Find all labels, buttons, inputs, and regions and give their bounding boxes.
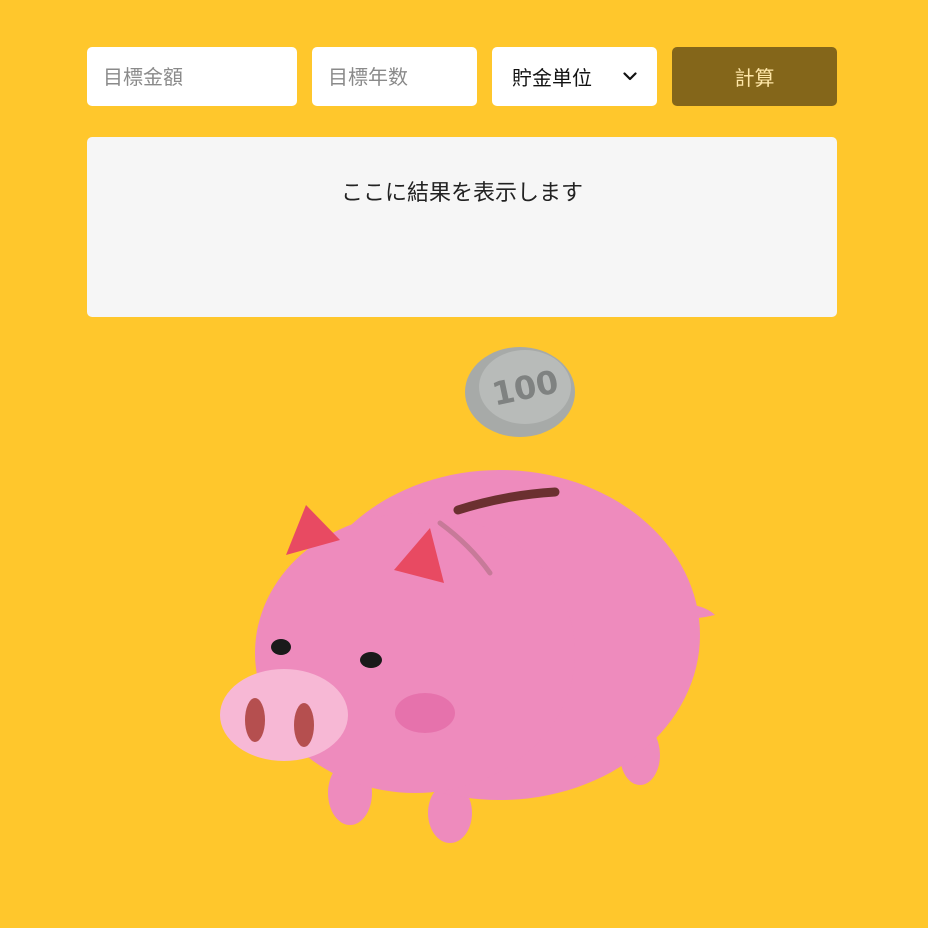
result-panel: ここに結果を表示します	[87, 137, 837, 317]
coin-icon: 100	[465, 347, 575, 437]
savings-unit-select[interactable]: 貯金単位	[492, 47, 657, 106]
target-amount-input[interactable]	[87, 47, 297, 106]
chevron-down-icon	[623, 70, 637, 84]
target-years-input[interactable]	[312, 47, 477, 106]
piggy-bank-illustration: 100	[200, 335, 740, 865]
piggy-bank-icon: 100	[220, 347, 715, 843]
savings-unit-value: 貯金単位	[512, 66, 592, 90]
calculate-button[interactable]: 計算	[672, 47, 837, 106]
result-text: ここに結果を表示します	[340, 181, 583, 206]
savings-form: 貯金単位 計算	[87, 47, 837, 106]
